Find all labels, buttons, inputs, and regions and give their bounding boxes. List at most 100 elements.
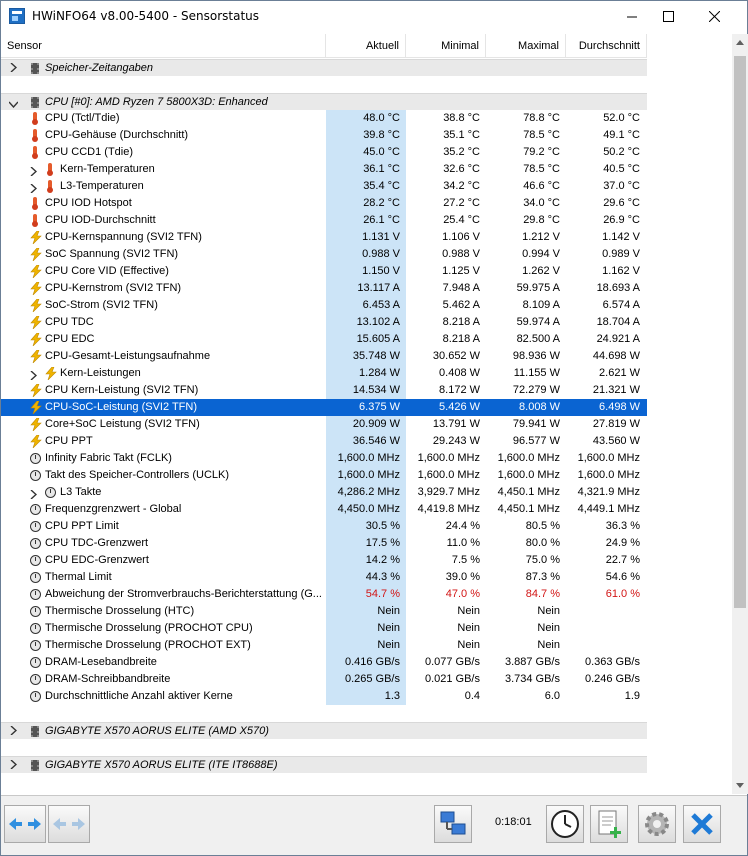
sensor-name-label: CPU-SoC-Leistung (SVI2 TFN) — [45, 401, 198, 413]
sensor-row[interactable]: CPU IOD Hotspot 28.2 °C 27.2 °C 34.0 °C 29.6… — [1, 195, 647, 212]
column-minimal[interactable]: Minimal — [406, 34, 486, 58]
value-maximal: 72.279 W — [512, 384, 560, 396]
sensor-row[interactable]: CPU PPT 36.546 W 29.243 W 96.577 W 43.560 W — [1, 433, 647, 450]
column-aktuell[interactable]: Aktuell — [326, 34, 406, 58]
thermometer-icon — [45, 178, 57, 195]
value-minimal: Nein — [457, 622, 480, 634]
sensor-name-label: Kern-Leistungen — [60, 367, 141, 379]
navigate-disabled-icon — [53, 818, 85, 830]
sensor-row[interactable]: CPU CCD1 (Tdie) 45.0 °C 35.2 °C 79.2 °C 50.2… — [1, 144, 647, 161]
value-current: 35.748 W — [326, 348, 406, 365]
value-minimal: 1.106 V — [442, 231, 480, 243]
sensor-row[interactable]: CPU PPT Limit 30.5 % 24.4 % 80.5 % 36.3 % — [1, 518, 647, 535]
chevron-right-icon[interactable] — [10, 62, 18, 75]
sensor-row[interactable]: CPU TDC-Grenzwert 17.5 % 11.0 % 80.0 % 24.9 … — [1, 535, 647, 552]
value-maximal: 80.5 % — [525, 520, 560, 532]
navigate-button[interactable] — [4, 805, 46, 843]
scroll-up-button[interactable] — [732, 34, 748, 51]
chevron-right-icon[interactable] — [30, 165, 38, 178]
sensor-row[interactable]: Thermische Drosselung (PROCHOT EXT) Nein N… — [1, 637, 647, 654]
sensor-row[interactable]: DRAM-Schreibbandbreite 0.265 GB/s 0.021 GB… — [1, 671, 647, 688]
sensor-row[interactable]: CPU EDC-Grenzwert 14.2 % 7.5 % 75.0 % 22.7 % — [1, 552, 647, 569]
sensor-row[interactable]: Thermische Drosselung (PROCHOT CPU) Nein N… — [1, 620, 647, 637]
sensor-row[interactable]: CPU (Tctl/Tdie) 48.0 °C 38.8 °C 78.8 °C 52.0… — [1, 110, 647, 127]
sensor-group-header[interactable]: GIGABYTE X570 AORUS ELITE (ITE IT8688E) — [1, 756, 647, 773]
sensor-group-header[interactable]: CPU [#0]: AMD Ryzen 7 5800X3D: Enhanced — [1, 93, 647, 110]
value-maximal: 3.734 GB/s — [504, 673, 560, 685]
thermometer-icon — [30, 212, 42, 229]
chevron-right-icon[interactable] — [30, 369, 38, 382]
sensor-group-header[interactable]: Speicher-Zeitangaben — [1, 59, 647, 76]
sensor-row[interactable]: Core+SoC Leistung (SVI2 TFN) 20.909 W 13.7… — [1, 416, 647, 433]
chevron-right-icon[interactable] — [10, 759, 18, 772]
sensor-name-cell: CPU IOD-Durchschnitt — [1, 212, 326, 229]
value-current: Nein — [326, 637, 406, 654]
value-current: 39.8 °C — [326, 127, 406, 144]
sensor-name-label: Frequenzgrenzwert - Global — [45, 503, 182, 515]
sensor-row[interactable]: CPU-SoC-Leistung (SVI2 TFN) 6.375 W 5.426 … — [1, 399, 647, 416]
sensor-row[interactable]: CPU-Kernstrom (SVI2 TFN) 13.117 A 7.948 A 5… — [1, 280, 647, 297]
sensor-row[interactable]: Kern-Temperaturen 36.1 °C 32.6 °C 78.5 °C 40… — [1, 161, 647, 178]
settings-button[interactable] — [638, 805, 676, 843]
column-maximal[interactable]: Maximal — [486, 34, 566, 58]
value-maximal: 8.008 W — [519, 401, 560, 413]
sensor-row[interactable]: CPU Core VID (Effective) 1.150 V 1.125 V 1.… — [1, 263, 647, 280]
scroll-thumb[interactable] — [734, 56, 746, 608]
navigate-disabled-button[interactable] — [48, 805, 90, 843]
chevron-right-icon[interactable] — [30, 182, 38, 195]
add-report-button[interactable] — [590, 805, 628, 843]
column-durchschnitt[interactable]: Durchschnitt — [566, 34, 647, 58]
scroll-down-button[interactable] — [732, 777, 748, 794]
sensor-row[interactable]: Infinity Fabric Takt (FCLK) 1,600.0 MHz 1,… — [1, 450, 647, 467]
sensor-group-header[interactable]: GIGABYTE X570 AORUS ELITE (AMD X570) — [1, 722, 647, 739]
sensor-row[interactable]: CPU TDC 13.102 A 8.218 A 59.974 A 18.704 A — [1, 314, 647, 331]
sensor-name-cell: CPU PPT — [1, 433, 326, 450]
sensor-row[interactable]: Frequenzgrenzwert - Global 4,450.0 MHz 4,4… — [1, 501, 647, 518]
close-sensors-button[interactable] — [683, 805, 721, 843]
sensor-row[interactable]: DRAM-Lesebandbreite 0.416 GB/s 0.077 GB/s 3… — [1, 654, 647, 671]
chevron-right-icon[interactable] — [10, 725, 18, 738]
sensor-row[interactable]: Thermische Drosselung (HTC) Nein Nein Nein — [1, 603, 647, 620]
clock-reset-button[interactable] — [546, 805, 584, 843]
value-maximal: 46.6 °C — [523, 180, 560, 192]
value-current: 48.0 °C — [326, 110, 406, 127]
sensor-name-cell: Takt des Speicher-Controllers (UCLK) — [1, 467, 326, 484]
value-maximal: 79.941 W — [512, 418, 560, 430]
sensor-group-label: CPU [#0]: AMD Ryzen 7 5800X3D: Enhanced — [45, 96, 268, 108]
sensor-row[interactable]: Kern-Leistungen 1.284 W 0.408 W 11.155 W 2.6… — [1, 365, 647, 382]
sensor-grid: Speicher-Zeitangaben CPU [#0]: AMD Ryzen … — [1, 59, 647, 793]
column-sensor[interactable]: Sensor — [1, 34, 326, 58]
maximize-button[interactable] — [645, 1, 691, 32]
sensor-name-cell: L3 Takte — [1, 484, 326, 501]
sensor-row[interactable]: Abweichung der Stromverbrauchs-Berichter… — [1, 586, 647, 603]
sensor-name-label: CPU PPT — [45, 435, 93, 447]
value-minimal: 1,600.0 MHz — [417, 469, 480, 481]
close-window-button[interactable] — [691, 1, 737, 32]
sensor-name-label: CPU EDC — [45, 333, 95, 345]
sensor-row[interactable]: SoC-Strom (SVI2 TFN) 6.453 A 5.462 A 8.109 … — [1, 297, 647, 314]
value-minimal: 29.243 W — [432, 435, 480, 447]
sensor-row[interactable]: L3-Temperaturen 35.4 °C 34.2 °C 46.6 °C 37.0… — [1, 178, 647, 195]
sensor-row[interactable]: Thermal Limit 44.3 % 39.0 % 87.3 % 54.6 % — [1, 569, 647, 586]
network-button[interactable] — [434, 805, 472, 843]
sensor-row[interactable]: CPU Kern-Leistung (SVI2 TFN) 14.534 W 8.17… — [1, 382, 647, 399]
column-header: Sensor Aktuell Minimal Maximal Durchschn… — [1, 34, 647, 58]
clock-icon — [30, 637, 42, 654]
sensor-row[interactable]: L3 Takte 4,286.2 MHz 3,929.7 MHz 4,450.1 MH… — [1, 484, 647, 501]
clock-icon — [30, 586, 42, 603]
sensor-row[interactable]: CPU IOD-Durchschnitt 26.1 °C 25.4 °C 29.8 °… — [1, 212, 647, 229]
chevron-right-icon[interactable] — [30, 488, 38, 501]
sensor-row[interactable]: CPU-Gesamt-Leistungsaufnahme 35.748 W 30.6… — [1, 348, 647, 365]
value-minimal: 5.462 A — [442, 299, 480, 311]
sensor-row[interactable]: SoC Spannung (SVI2 TFN) 0.988 V 0.988 V 0.9… — [1, 246, 647, 263]
sensor-row[interactable]: CPU EDC 15.605 A 8.218 A 82.500 A 24.921 A — [1, 331, 647, 348]
sensor-row[interactable]: Takt des Speicher-Controllers (UCLK) 1,60… — [1, 467, 647, 484]
sensor-row[interactable]: Durchschnittliche Anzahl aktiver Kerne 1.… — [1, 688, 647, 705]
sensor-name-cell: CPU-Kernstrom (SVI2 TFN) — [1, 280, 326, 297]
value-current: 0.416 GB/s — [326, 654, 406, 671]
sensor-row[interactable]: CPU-Gehäuse (Durchschnitt) 39.8 °C 35.1 °C… — [1, 127, 647, 144]
sensor-row[interactable]: CPU-Kernspannung (SVI2 TFN) 1.131 V 1.106 … — [1, 229, 647, 246]
vertical-scrollbar[interactable] — [732, 34, 748, 794]
value-current: 1.3 — [326, 688, 406, 705]
value-minimal: 30.652 W — [432, 350, 480, 362]
